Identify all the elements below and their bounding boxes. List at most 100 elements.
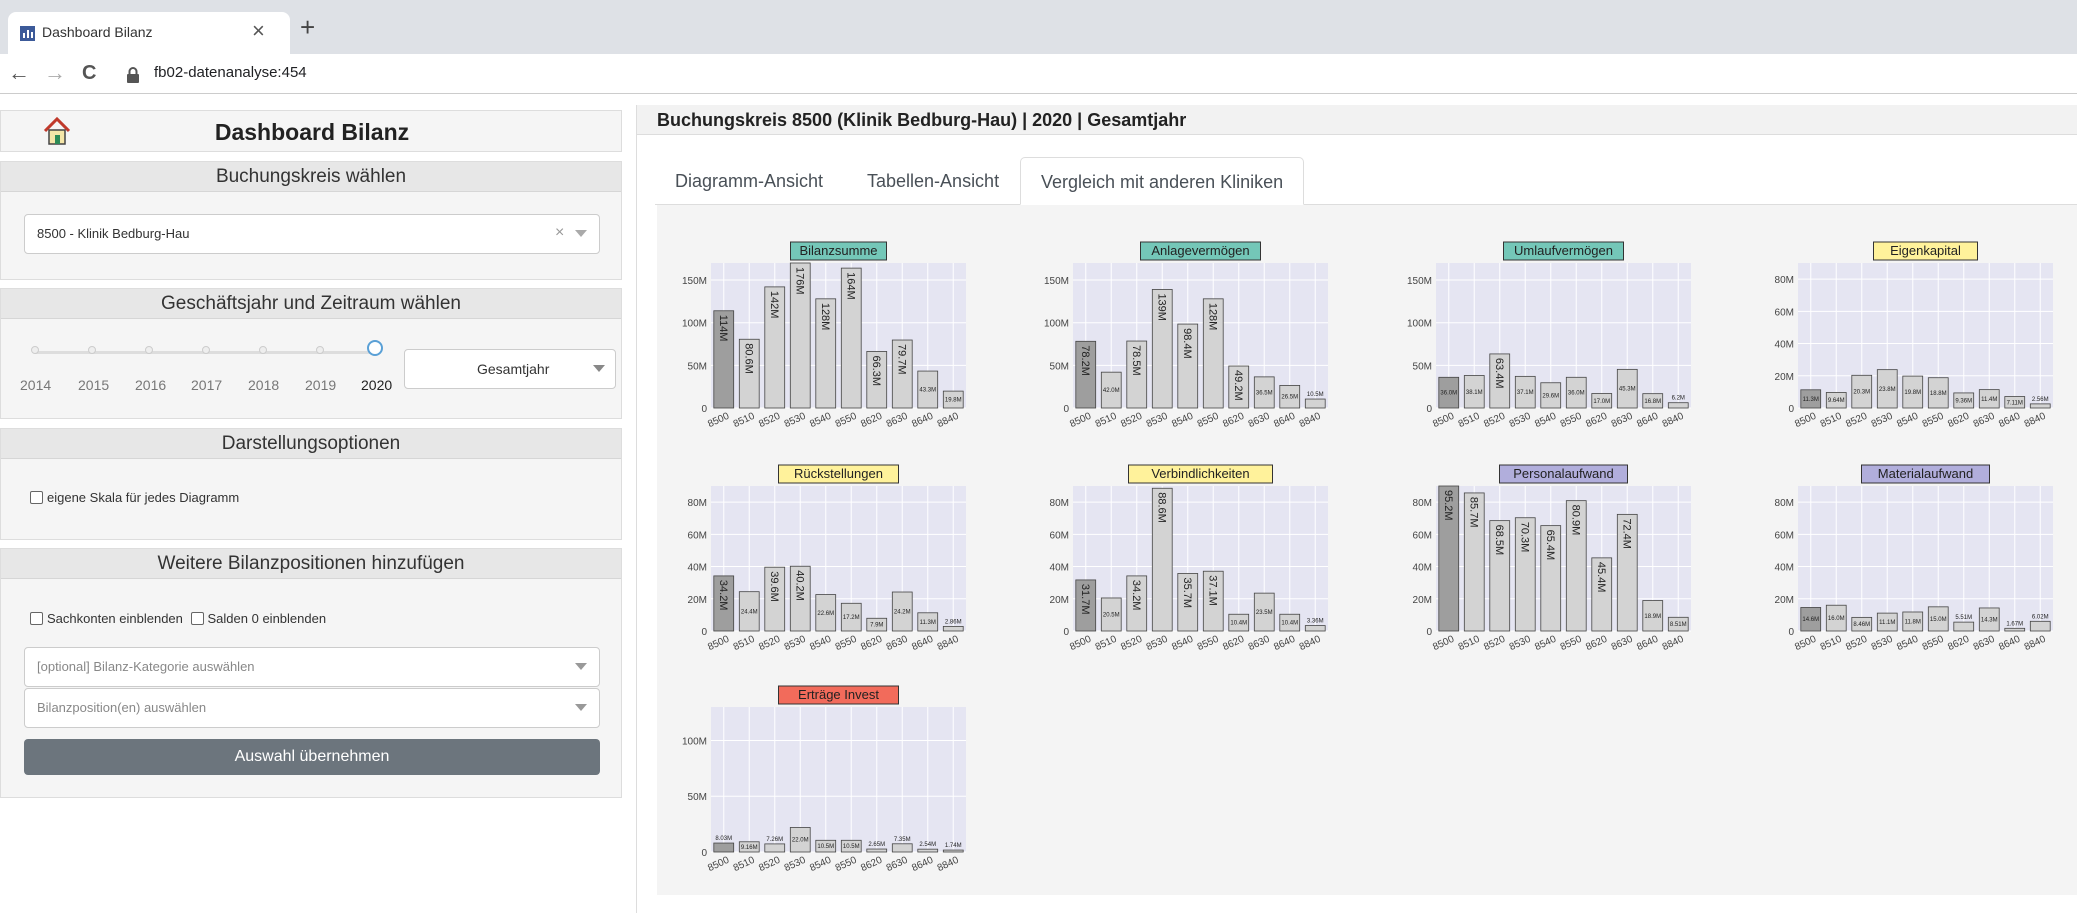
reload-icon[interactable]: C <box>82 62 96 85</box>
x-tick-label: 8530 <box>1145 411 1170 431</box>
bar <box>2029 403 2051 409</box>
data-label: 24.4M <box>741 609 758 615</box>
clear-selection-icon[interactable]: × <box>555 224 564 242</box>
chart-title: Personalaufwand <box>1513 466 1613 481</box>
y-tick-label: 80M <box>1050 498 1069 509</box>
data-label: 23.5M <box>1256 610 1273 616</box>
forward-icon[interactable]: → <box>44 60 66 86</box>
x-tick-label: 8500 <box>706 634 731 654</box>
bar <box>2004 627 2026 632</box>
x-tick-label: 8530 <box>1870 634 1895 654</box>
x-tick-label: 8620 <box>859 634 884 654</box>
x-tick-label: 8630 <box>1610 634 1635 654</box>
chevron-down-icon[interactable] <box>593 365 605 372</box>
y-tick-label: 100M <box>1044 319 1069 330</box>
bar <box>942 849 964 853</box>
data-label: 2.65M <box>868 842 885 848</box>
close-tab-icon[interactable]: × <box>252 18 265 44</box>
data-label: 79.7M <box>895 344 907 375</box>
kategorie-select[interactable]: [optional] Bilanz-Kategorie auswählen <box>24 647 600 687</box>
year-label: 2018 <box>248 377 280 393</box>
x-tick-label: 8840 <box>1298 634 1323 654</box>
data-label: 16.0M <box>1828 616 1845 622</box>
x-tick-label: 8510 <box>732 634 757 654</box>
comparison-charts-area: 0 50M 100M 150M 114M 8500 80.6M 8510 142M 8520 176… <box>657 205 2077 895</box>
x-tick-label: 8840 <box>1661 634 1686 654</box>
y-tick-label: 80M <box>1775 275 1794 286</box>
weitere-positionen-panel: Weitere Bilanzpositionen hinzufügen Sach… <box>0 548 622 798</box>
data-label: 35.7M <box>1181 577 1193 608</box>
x-tick-label: 8520 <box>1119 411 1144 431</box>
x-tick-label: 8520 <box>1844 634 1869 654</box>
sachkonten-checkbox[interactable] <box>30 612 43 625</box>
y-tick-label: 80M <box>1413 498 1432 509</box>
salden-label: Salden 0 einblenden <box>207 611 327 626</box>
x-tick-label: 8840 <box>936 855 961 875</box>
x-tick-label: 8520 <box>757 634 782 654</box>
bar <box>917 848 939 853</box>
browser-tab-title: Dashboard Bilanz <box>42 24 153 40</box>
x-tick-label: 8630 <box>1610 411 1635 431</box>
data-label: 49.2M <box>1232 370 1244 401</box>
y-tick-label: 20M <box>1775 372 1794 383</box>
year-slider-tick[interactable] <box>31 346 39 354</box>
year-label: 2016 <box>135 377 167 393</box>
chevron-down-icon[interactable] <box>575 230 587 237</box>
x-tick-label: 8530 <box>783 855 808 875</box>
year-slider-tick[interactable] <box>316 346 324 354</box>
x-tick-label: 8530 <box>1145 634 1170 654</box>
year-slider-tick[interactable] <box>259 346 267 354</box>
data-label: 63.4M <box>1493 358 1505 389</box>
x-tick-label: 8520 <box>1844 411 1869 431</box>
data-label: 80.6M <box>742 343 754 374</box>
year-slider-tick[interactable] <box>202 346 210 354</box>
chart-8: 0 20M 40M 60M 80M 14.6M 8500 16.0M 8510 8.46M 8520… <box>1775 464 2053 654</box>
y-tick-label: 100M <box>682 319 707 330</box>
apply-selection-button[interactable]: Auswahl übernehmen <box>24 739 600 775</box>
own-scale-checkbox[interactable] <box>30 491 43 504</box>
year-slider-handle[interactable] <box>367 340 383 356</box>
x-tick-label: 8630 <box>1972 634 1997 654</box>
data-label: 11.1M <box>1879 620 1895 626</box>
position-select[interactable]: Bilanzposition(en) auswählen <box>24 688 600 728</box>
chevron-down-icon[interactable] <box>575 663 587 670</box>
y-tick-label: 50M <box>688 361 707 372</box>
x-tick-label: 8500 <box>706 855 731 875</box>
y-tick-label: 60M <box>1775 307 1794 318</box>
tab-diagramm-ansicht[interactable]: Diagramm-Ansicht <box>655 157 843 205</box>
back-icon[interactable]: ← <box>8 60 30 86</box>
x-tick-label: 8840 <box>2023 411 2048 431</box>
y-tick-label: 80M <box>688 498 707 509</box>
chart-title: Bilanzsumme <box>799 243 877 258</box>
chart-title: Umlaufvermögen <box>1514 243 1613 258</box>
tab-tabellen-ansicht[interactable]: Tabellen-Ansicht <box>847 157 1019 205</box>
data-label: 38.1M <box>1466 390 1483 396</box>
year-slider-tick[interactable] <box>88 346 96 354</box>
chart-title: Anlagevermögen <box>1151 243 1249 258</box>
y-tick-label: 40M <box>1050 563 1069 574</box>
zeitraum-select[interactable]: Gesamtjahr <box>404 349 616 389</box>
x-tick-label: 8500 <box>1793 634 1818 654</box>
y-tick-label: 0 <box>701 404 707 415</box>
y-tick-label: 20M <box>1775 595 1794 606</box>
data-label: 18.8M <box>1930 391 1947 397</box>
x-tick-label: 8620 <box>1946 411 1971 431</box>
salden-checkbox[interactable] <box>190 612 204 625</box>
data-label: 142M <box>768 291 780 319</box>
tab-vergleich[interactable]: Vergleich mit anderen Kliniken <box>1020 157 1305 205</box>
data-label: 128M <box>819 303 831 331</box>
new-tab-icon[interactable]: + <box>300 12 315 43</box>
buchungskreis-select[interactable]: 8500 - Klinik Bedburg-Hau × <box>24 214 600 254</box>
data-label: 39.6M <box>768 571 780 602</box>
bar <box>713 842 735 853</box>
browser-tab[interactable]: Dashboard Bilanz × <box>8 12 290 54</box>
year-slider-tick[interactable] <box>145 346 153 354</box>
x-tick-label: 8550 <box>834 634 859 654</box>
url-text[interactable]: fb02-datenanalyse:454 <box>154 64 307 81</box>
x-tick-label: 8550 <box>1921 411 1946 431</box>
data-label: 22.0M <box>792 838 809 844</box>
x-tick-label: 8620 <box>859 411 884 431</box>
year-label: 2014 <box>20 377 52 393</box>
chevron-down-icon[interactable] <box>575 704 587 711</box>
x-tick-label: 8550 <box>1196 411 1221 431</box>
